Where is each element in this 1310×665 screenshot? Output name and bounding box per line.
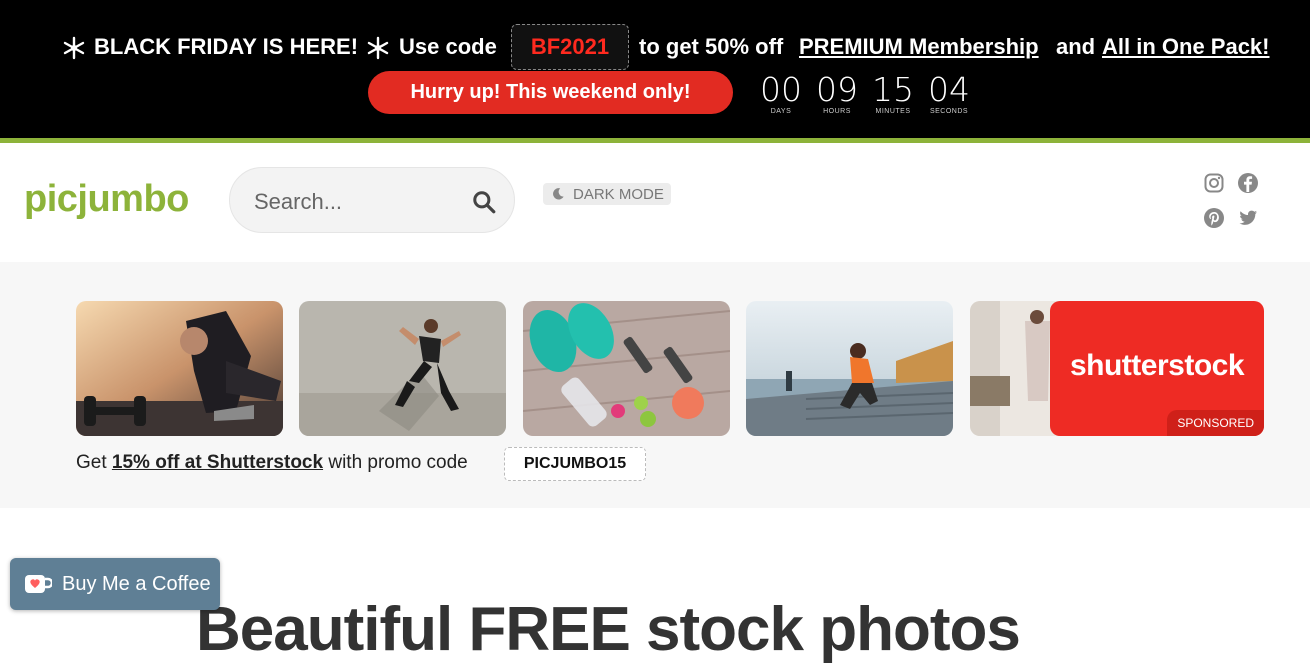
promo-headline: BLACK FRIDAY IS HERE! bbox=[94, 34, 359, 59]
promo-prefix: Get bbox=[76, 452, 107, 473]
snowflake-icon bbox=[63, 36, 85, 60]
instagram-icon[interactable] bbox=[1203, 172, 1225, 194]
twitter-icon[interactable] bbox=[1237, 207, 1259, 229]
stock-photo-runner[interactable] bbox=[299, 301, 506, 436]
countdown-value: 04 bbox=[928, 70, 970, 109]
promo-suffix: with promo code bbox=[328, 452, 468, 473]
search-icon[interactable] bbox=[471, 189, 497, 215]
promo-code-badge[interactable]: BF2021 bbox=[511, 24, 629, 70]
buy-me-a-coffee-label: Buy Me a Coffee bbox=[62, 572, 211, 595]
search-input[interactable] bbox=[252, 184, 456, 220]
promo-line: BLACK FRIDAY IS HERE! Use code BF2021 to… bbox=[0, 22, 1310, 74]
countdown-label: HOURS bbox=[823, 108, 851, 115]
dark-mode-toggle[interactable]: DARK MODE bbox=[543, 183, 671, 205]
promo-use-code: Use code bbox=[399, 34, 497, 59]
shutterstock-logo: shutterstock bbox=[1069, 349, 1245, 382]
hurry-up-button[interactable]: Hurry up! This weekend only! bbox=[368, 71, 733, 114]
premium-membership-link[interactable]: PREMIUM Membership bbox=[799, 34, 1039, 60]
countdown-value: 00 bbox=[760, 70, 802, 109]
sponsored-badge: SPONSORED bbox=[1167, 410, 1264, 436]
buy-me-a-coffee-button[interactable]: Buy Me a Coffee bbox=[10, 558, 220, 610]
coffee-cup-icon bbox=[25, 575, 52, 593]
shutterstock-promo-text: Get 15% off at Shutterstock with promo c… bbox=[76, 452, 468, 474]
countdown-hours: 09 HOURS bbox=[814, 70, 860, 116]
countdown-label: MINUTES bbox=[875, 108, 911, 115]
search-box bbox=[229, 167, 515, 233]
shutterstock-ad[interactable]: shutterstock SPONSORED bbox=[1050, 301, 1264, 436]
snowflake-icon bbox=[367, 36, 389, 60]
moon-icon bbox=[553, 188, 564, 200]
pinterest-icon[interactable] bbox=[1203, 207, 1225, 229]
dark-mode-label: DARK MODE bbox=[573, 185, 664, 203]
countdown-value: 09 bbox=[816, 70, 858, 109]
facebook-icon[interactable] bbox=[1237, 172, 1259, 194]
stock-photo-outdoor-squat[interactable] bbox=[746, 301, 953, 436]
page-headline: Beautiful FREE stock photos bbox=[196, 595, 1021, 664]
shutterstock-promo-code[interactable]: PICJUMBO15 bbox=[504, 447, 646, 481]
shutterstock-discount-link[interactable]: 15% off at Shutterstock bbox=[112, 452, 323, 473]
black-friday-banner: BLACK FRIDAY IS HERE! Use code BF2021 to… bbox=[0, 0, 1310, 138]
countdown-label: SECONDS bbox=[929, 108, 969, 115]
all-in-one-pack-link[interactable]: All in One Pack! bbox=[1102, 34, 1270, 60]
countdown-days: 00 DAYS bbox=[758, 70, 804, 116]
promo-discount-text: to get 50% off bbox=[639, 34, 784, 59]
sponsored-strip: shutterstock SPONSORED Get 15% off at Sh… bbox=[0, 262, 1310, 508]
stock-photo-fitness-flatlay[interactable] bbox=[523, 301, 730, 436]
stock-photo-gym-rest[interactable] bbox=[76, 301, 283, 436]
countdown-label: DAYS bbox=[770, 108, 792, 115]
site-logo[interactable]: picjumbo bbox=[24, 178, 189, 221]
countdown-value: 15 bbox=[872, 70, 914, 109]
countdown-minutes: 15 MINUTES bbox=[870, 70, 916, 116]
header-accent-line bbox=[0, 138, 1310, 143]
countdown-seconds: 04 SECONDS bbox=[926, 70, 972, 116]
promo-and-text: and bbox=[1056, 34, 1096, 59]
